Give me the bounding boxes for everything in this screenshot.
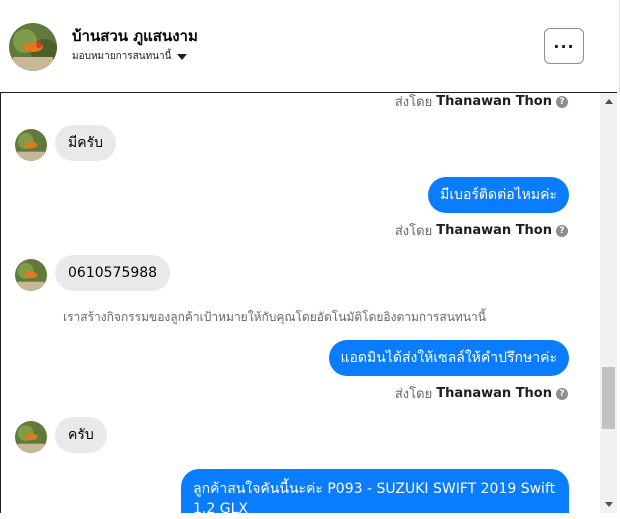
arrow-down-icon	[604, 502, 613, 507]
assign-conversation-dropdown[interactable]: มอบหมายการสนทนานี้	[72, 49, 188, 64]
profile-photo-icon	[15, 421, 47, 453]
outgoing-message[interactable]: ลูกค้าสนใจคันนี้นะค่ะ P093 - SUZUKI SWIF…	[181, 469, 569, 513]
incoming-message[interactable]: 0610575988	[55, 255, 171, 291]
info-icon[interactable]: ?	[556, 224, 568, 237]
system-note: เราสร้างกิจกรรมของลูกค้าเป้าหมายให้กับคุ…	[63, 310, 486, 324]
info-icon[interactable]: ?	[556, 387, 568, 400]
sent-by-label: ส่งโดย Thanawan Thon ?	[395, 93, 568, 112]
info-icon[interactable]: ?	[556, 95, 568, 108]
scroll-up-button[interactable]	[600, 93, 617, 110]
scrollbar-thumb[interactable]	[602, 367, 615, 429]
sent-by-label: ส่งโดย Thanawan Thon ?	[395, 220, 568, 241]
sender-avatar[interactable]	[15, 129, 47, 161]
conversation-header: บ้านสวน ภูแสนงาม มอบหมายการสนทนานี้ ···	[0, 0, 620, 92]
sender-avatar[interactable]	[15, 259, 47, 291]
profile-photo-icon	[9, 23, 57, 71]
outgoing-message[interactable]: แอดมินได้ส่งให้เซลล์ให้คำปรึกษาค่ะ	[328, 340, 569, 376]
caret-down-icon	[177, 53, 188, 60]
thread-scrollbar[interactable]	[600, 93, 617, 513]
profile-photo-icon	[15, 129, 47, 161]
outgoing-message[interactable]: มีเบอร์ติดต่อไหมค่ะ	[428, 177, 569, 213]
sender-avatar[interactable]	[15, 421, 47, 453]
sent-by-label: ส่งโดย Thanawan Thon ?	[395, 383, 568, 404]
assign-label: มอบหมายการสนทนานี้	[72, 51, 172, 62]
profile-photo-icon	[15, 259, 47, 291]
incoming-message[interactable]: มีครับ	[55, 125, 116, 161]
scroll-down-button[interactable]	[600, 496, 617, 513]
page-avatar[interactable]	[9, 23, 57, 71]
arrow-up-icon	[604, 99, 613, 104]
incoming-message[interactable]: ครับ	[55, 417, 107, 453]
message-thread: ส่งโดย Thanawan Thon ? มีครับ มีเบอร์ติด…	[0, 92, 617, 513]
more-options-button[interactable]: ···	[544, 28, 584, 64]
page-title: บ้านสวน ภูแสนงาม	[72, 27, 198, 45]
